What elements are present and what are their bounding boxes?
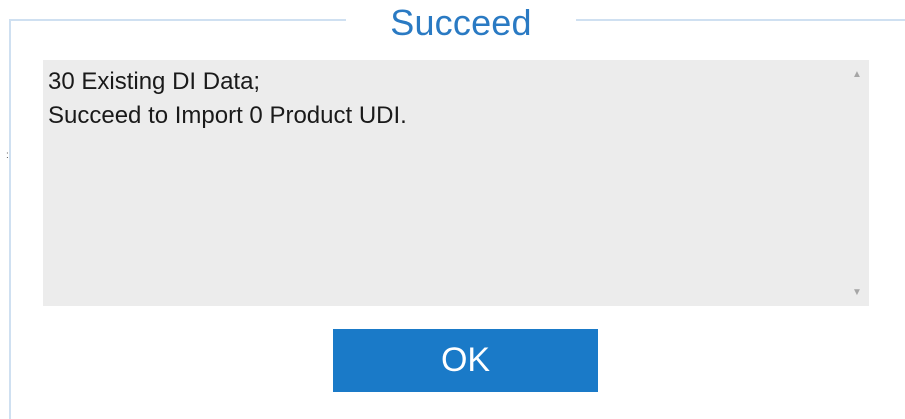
scroll-up-icon[interactable]: ▲ (845, 62, 869, 86)
left-edge-mark: : (6, 150, 9, 161)
ok-button[interactable]: OK (333, 329, 598, 392)
message-textbox[interactable]: 30 Existing DI Data; Succeed to Import 0… (43, 60, 869, 306)
succeed-dialog: Succeed : 30 Existing DI Data; Succeed t… (0, 0, 905, 419)
vertical-scrollbar[interactable]: ▲ ▼ (845, 60, 869, 306)
message-line: 30 Existing DI Data; (48, 68, 261, 95)
dialog-title-container: Succeed (346, 2, 576, 44)
dialog-title: Succeed (390, 2, 532, 43)
scroll-down-icon[interactable]: ▼ (845, 280, 869, 304)
message-text: 30 Existing DI Data; Succeed to Import 0… (48, 65, 838, 133)
message-line: Succeed to Import 0 Product UDI. (48, 102, 407, 129)
